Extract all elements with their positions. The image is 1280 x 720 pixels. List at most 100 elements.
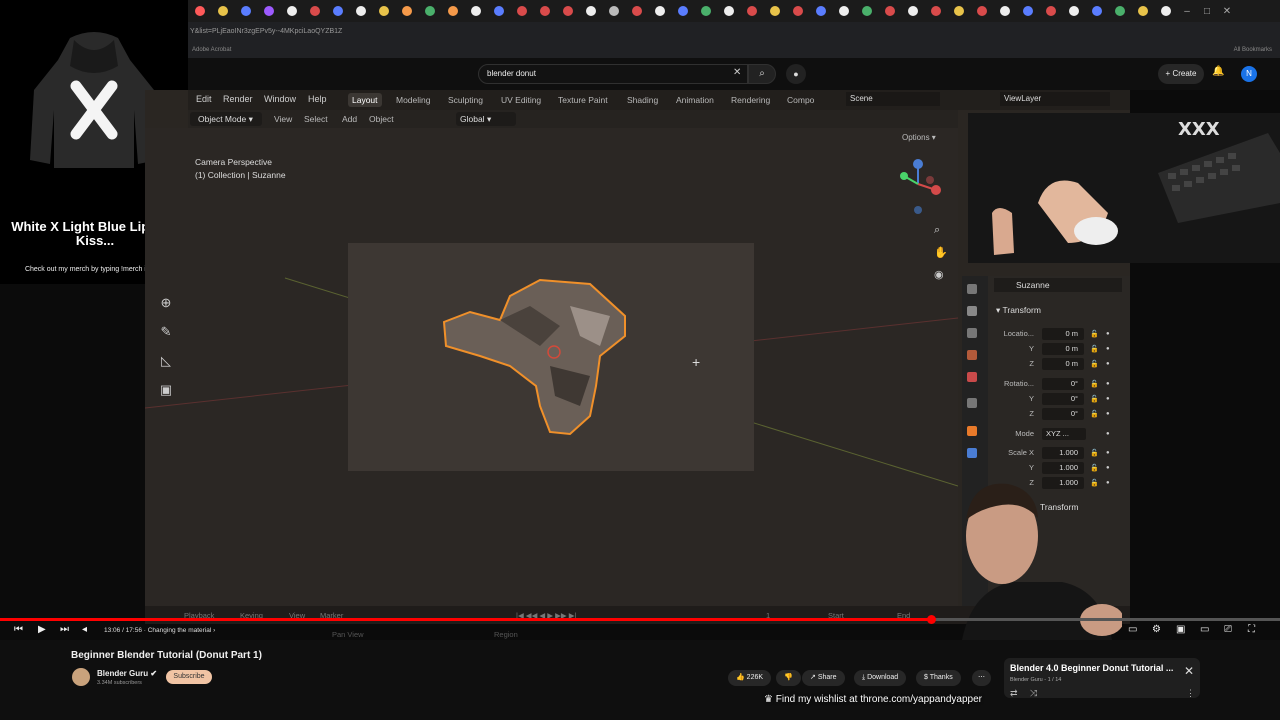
- tab[interactable]: [556, 0, 579, 22]
- tab[interactable]: [1039, 0, 1062, 22]
- viewport-menu-object[interactable]: Object: [369, 114, 394, 124]
- tab[interactable]: [786, 0, 809, 22]
- tab[interactable]: [947, 0, 970, 22]
- tab[interactable]: [1108, 0, 1131, 22]
- tab[interactable]: [303, 0, 326, 22]
- tab-modeling[interactable]: Modeling: [396, 95, 431, 105]
- tab[interactable]: [970, 0, 993, 22]
- tab[interactable]: [855, 0, 878, 22]
- create-button[interactable]: + Create: [1158, 64, 1204, 84]
- keyframe-dot-icon[interactable]: ●: [1106, 431, 1110, 437]
- thanks-button[interactable]: $ Thanks: [916, 670, 961, 686]
- progress-scrubber[interactable]: [926, 615, 936, 624]
- tool-tab-icon[interactable]: [967, 284, 977, 294]
- tab[interactable]: [533, 0, 556, 22]
- tab[interactable]: [763, 0, 786, 22]
- camera-view-icon[interactable]: ◉: [934, 268, 944, 281]
- tab[interactable]: [809, 0, 832, 22]
- tab[interactable]: [924, 0, 947, 22]
- volume-icon[interactable]: ◂: [82, 624, 87, 635]
- render-tab-icon[interactable]: [967, 306, 977, 316]
- world-tab-icon[interactable]: [967, 372, 977, 382]
- channel-name[interactable]: Blender Guru ✔: [97, 669, 157, 678]
- tab-layout[interactable]: Layout: [348, 93, 382, 107]
- tab[interactable]: [1131, 0, 1154, 22]
- location-x-field[interactable]: 0 m: [1042, 328, 1084, 340]
- fullscreen-icon[interactable]: ⛶: [1248, 624, 1255, 635]
- navigation-gizmo[interactable]: [892, 156, 948, 216]
- tab-rendering[interactable]: Rendering: [731, 95, 770, 105]
- like-button[interactable]: 👍 226K: [728, 670, 772, 686]
- search-icon[interactable]: ⌕: [748, 64, 776, 84]
- keyframe-dot-icon[interactable]: ●: [1106, 411, 1110, 417]
- object-name-field[interactable]: Suzanne: [994, 278, 1122, 292]
- captions-icon[interactable]: ▭: [1128, 624, 1137, 635]
- collection-tab-icon[interactable]: [967, 398, 977, 408]
- tab[interactable]: [464, 0, 487, 22]
- miniplayer-icon[interactable]: ▣: [1176, 624, 1185, 635]
- chapter-text[interactable]: Changing the material: [148, 627, 212, 634]
- transform-tool-icon[interactable]: ⊕: [155, 292, 177, 314]
- tab[interactable]: [280, 0, 303, 22]
- lock-icon[interactable]: 🔓: [1090, 380, 1099, 388]
- keyframe-dot-icon[interactable]: ●: [1106, 361, 1110, 367]
- scene-selector[interactable]: Scene: [846, 92, 940, 106]
- address-bar[interactable]: Y&list=PLjEaoINr3zgEPv5y--4MKpciLaoQYZB1…: [188, 22, 1280, 42]
- rotation-z-field[interactable]: 0°: [1042, 408, 1084, 420]
- tab[interactable]: [372, 0, 395, 22]
- tab[interactable]: [395, 0, 418, 22]
- tab[interactable]: [671, 0, 694, 22]
- search-input[interactable]: blender donut: [478, 64, 748, 84]
- subscribe-button[interactable]: Subscribe: [166, 670, 212, 684]
- play-icon[interactable]: ▶: [38, 624, 46, 635]
- lock-icon[interactable]: 🔓: [1090, 449, 1099, 457]
- tab[interactable]: [602, 0, 625, 22]
- tab[interactable]: [878, 0, 901, 22]
- tab[interactable]: [717, 0, 740, 22]
- settings-gear-icon[interactable]: ⚙: [1152, 624, 1161, 635]
- keyframe-dot-icon[interactable]: ●: [1106, 396, 1110, 402]
- tab[interactable]: [1085, 0, 1108, 22]
- add-cube-tool-icon[interactable]: ▣: [155, 379, 177, 401]
- tab-texture-paint[interactable]: Texture Paint: [558, 95, 608, 105]
- lock-icon[interactable]: 🔓: [1090, 330, 1099, 338]
- playlist-menu-icon[interactable]: ⋮: [1186, 688, 1195, 699]
- scale-x-field[interactable]: 1.000: [1042, 447, 1084, 459]
- channel-avatar[interactable]: [72, 668, 90, 686]
- bookmark-acrobat[interactable]: Adobe Acrobat: [192, 47, 231, 53]
- modifier-tab-icon[interactable]: [967, 448, 977, 458]
- more-actions-button[interactable]: ⋯: [972, 670, 991, 686]
- tab[interactable]: [487, 0, 510, 22]
- all-bookmarks[interactable]: All Bookmarks: [1234, 42, 1272, 58]
- tab[interactable]: [441, 0, 464, 22]
- cast-icon[interactable]: ⎚: [1224, 624, 1232, 635]
- tab[interactable]: [1154, 0, 1177, 22]
- tab[interactable]: [418, 0, 441, 22]
- menu-render[interactable]: Render: [223, 94, 253, 104]
- keyframe-dot-icon[interactable]: ●: [1106, 450, 1110, 456]
- object-tab-icon[interactable]: [967, 426, 977, 436]
- avatar[interactable]: N: [1241, 66, 1257, 82]
- location-z-field[interactable]: 0 m: [1042, 358, 1084, 370]
- menu-help[interactable]: Help: [308, 94, 327, 104]
- rotation-x-field[interactable]: 0°: [1042, 378, 1084, 390]
- measure-tool-icon[interactable]: ◺: [155, 350, 177, 372]
- tab-shading[interactable]: Shading: [627, 95, 658, 105]
- tab[interactable]: [234, 0, 257, 22]
- lock-icon[interactable]: 🔓: [1090, 395, 1099, 403]
- tab[interactable]: [349, 0, 372, 22]
- location-y-field[interactable]: 0 m: [1042, 343, 1084, 355]
- options-dropdown[interactable]: Options ▾: [902, 133, 936, 142]
- lock-icon[interactable]: 🔓: [1090, 360, 1099, 368]
- tab[interactable]: [648, 0, 671, 22]
- zoom-icon[interactable]: ⌕: [934, 224, 940, 237]
- theater-icon[interactable]: ▭: [1200, 624, 1209, 635]
- microphone-icon[interactable]: ●: [786, 64, 806, 84]
- annotate-tool-icon[interactable]: ✎: [155, 321, 177, 343]
- transform-header[interactable]: ▾ Transform: [996, 305, 1041, 316]
- keyframe-dot-icon[interactable]: ●: [1106, 346, 1110, 352]
- tab[interactable]: [579, 0, 602, 22]
- tab-animation[interactable]: Animation: [676, 95, 714, 105]
- bell-icon[interactable]: 🔔: [1212, 66, 1224, 77]
- loop-icon[interactable]: ⇄: [1010, 688, 1018, 699]
